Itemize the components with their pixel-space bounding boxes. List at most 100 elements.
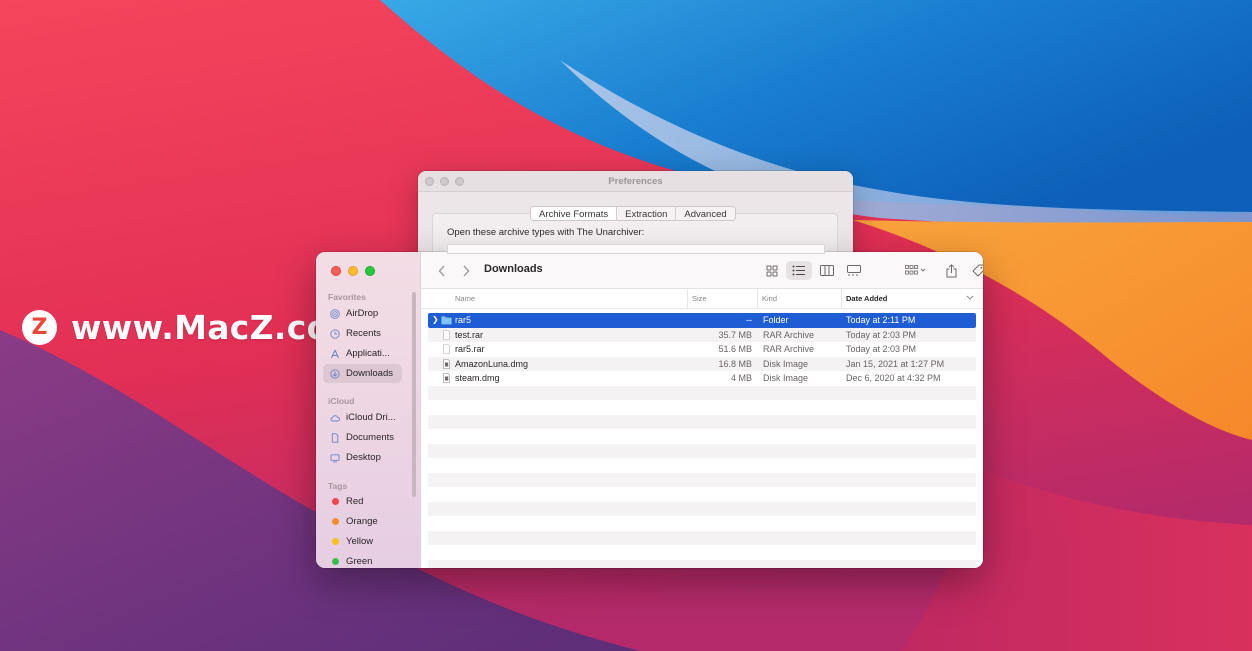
chevron-left-icon [438,265,445,276]
minimize-button[interactable] [348,266,358,276]
disk-image-icon [443,373,450,383]
file-date-added: Today at 2:03 PM [846,329,917,340]
airdrop-icon [330,308,340,319]
column-header-row: Name Size Kind Date Added [421,289,983,309]
sort-chevron-down-icon [966,295,974,300]
empty-row [428,458,976,473]
empty-row [428,443,976,458]
sidebar-item-tag-green[interactable]: Green [323,552,402,568]
fullscreen-button[interactable] [365,266,375,276]
applications-icon [330,349,340,359]
desktop-icon [330,453,340,463]
file-name: AmazonLuna.dmg [455,358,529,369]
cloud-icon [330,413,340,423]
sidebar-item-airdrop[interactable]: AirDrop [323,304,402,323]
table-row[interactable]: rar5.rar 51.6 MB RAR Archive Today at 2:… [428,342,976,357]
sidebar-item-recents[interactable]: Recents [323,324,402,343]
tag-icon [971,264,983,277]
disclosure-chevron-icon[interactable]: ❯ [432,315,439,324]
empty-row [428,429,976,444]
close-button[interactable] [331,266,341,276]
sidebar-item-label: Red [346,496,364,507]
watermark: Z www.MacZ.com [22,307,364,347]
green-tag-icon [332,558,339,565]
sidebar: Favorites AirDrop Recents Applicati... D… [316,252,421,568]
file-kind: RAR Archive [763,344,815,354]
table-row[interactable]: steam.dmg 4 MB Disk Image Dec 6, 2020 at… [428,371,976,386]
columns-icon [820,265,834,276]
archive-types-list[interactable] [447,244,825,254]
file-size: -- [746,315,752,325]
file-icon [443,329,450,340]
file-date-added: Today at 2:03 PM [846,344,917,354]
red-tag-icon [332,498,339,505]
sidebar-item-tag-red[interactable]: Red [323,492,402,511]
file-date-added: Jan 15, 2021 at 1:27 PM [846,358,945,369]
toolbar: Downloads [421,252,983,289]
sidebar-item-tag-yellow[interactable]: Yellow [323,532,402,551]
preferences-title: Preferences [608,175,663,187]
tab-archive-formats[interactable]: Archive Formats [531,207,618,220]
sidebar-item-label: Documents [346,432,395,443]
sidebar-item-applications[interactable]: Applicati... [323,344,402,363]
tags-button[interactable] [968,261,983,280]
list-icon [792,265,805,276]
empty-row [428,516,976,531]
file-rows: ❯ rar5 -- Folder Today at 2:11 PM test.r… [428,313,976,568]
sidebar-item-tag-orange[interactable]: Orange [323,512,402,531]
file-kind: RAR Archive [763,329,815,340]
icon-view-button[interactable] [760,261,784,280]
sidebar-scrollbar[interactable] [412,292,416,497]
gallery-view-button[interactable] [842,261,866,280]
sidebar-item-icloud-drive[interactable]: iCloud Dri... [323,408,402,427]
sidebar-item-label: Downloads [346,368,393,379]
finder-window: Favorites AirDrop Recents Applicati... D… [316,252,983,568]
table-row[interactable]: AmazonLuna.dmg 16.8 MB Disk Image Jan 15… [428,356,976,371]
sidebar-section-tags: Tags [328,481,348,491]
window-controls [331,266,375,276]
list-view-button[interactable] [786,261,812,280]
orange-tag-icon [332,518,339,525]
file-list: Name Size Kind Date Added ❯ rar5 -- Fold… [421,289,983,568]
yellow-tag-icon [332,538,339,545]
sidebar-item-label: AirDrop [346,308,379,319]
group-grid-icon [905,265,926,275]
clock-icon [330,328,340,339]
archive-types-label: Open these archive types with The Unarch… [447,227,645,238]
back-button[interactable] [433,261,451,280]
column-header-date-added[interactable]: Date Added [841,289,966,309]
sidebar-item-label: Recents [346,328,381,339]
empty-row [428,530,976,545]
sidebar-item-label: iCloud Dri... [346,412,396,423]
column-header-kind[interactable]: Kind [757,289,841,309]
file-size: 51.6 MB [718,344,752,354]
sidebar-section-icloud: iCloud [328,396,355,406]
file-name: rar5.rar [455,344,485,354]
empty-row [428,487,976,502]
file-kind: Disk Image [763,373,809,383]
sidebar-item-documents[interactable]: Documents [323,428,402,447]
grid-icon [766,265,778,276]
empty-row [428,545,976,560]
gallery-icon [847,265,861,276]
column-header-size[interactable]: Size [687,289,757,309]
sidebar-item-desktop[interactable]: Desktop [323,448,402,467]
column-header-name[interactable]: Name [451,289,681,309]
file-icon [443,344,450,354]
table-row[interactable]: ❯ rar5 -- Folder Today at 2:11 PM [428,313,976,328]
table-row[interactable]: test.rar 35.7 MB RAR Archive Today at 2:… [428,327,976,342]
tab-advanced[interactable]: Advanced [676,207,734,220]
group-by-button[interactable] [900,261,932,280]
sidebar-item-downloads[interactable]: Downloads [323,364,402,383]
share-button[interactable] [941,261,961,280]
file-name: test.rar [455,329,484,340]
tab-extraction[interactable]: Extraction [617,207,677,220]
sidebar-item-label: Applicati... [346,348,390,359]
forward-button[interactable] [457,261,475,280]
file-size: 35.7 MB [718,329,752,340]
sidebar-item-label: Green [346,556,373,567]
empty-row [428,501,976,516]
sidebar-item-label: Orange [346,516,378,527]
chevron-right-icon [463,265,470,276]
column-view-button[interactable] [815,261,839,280]
